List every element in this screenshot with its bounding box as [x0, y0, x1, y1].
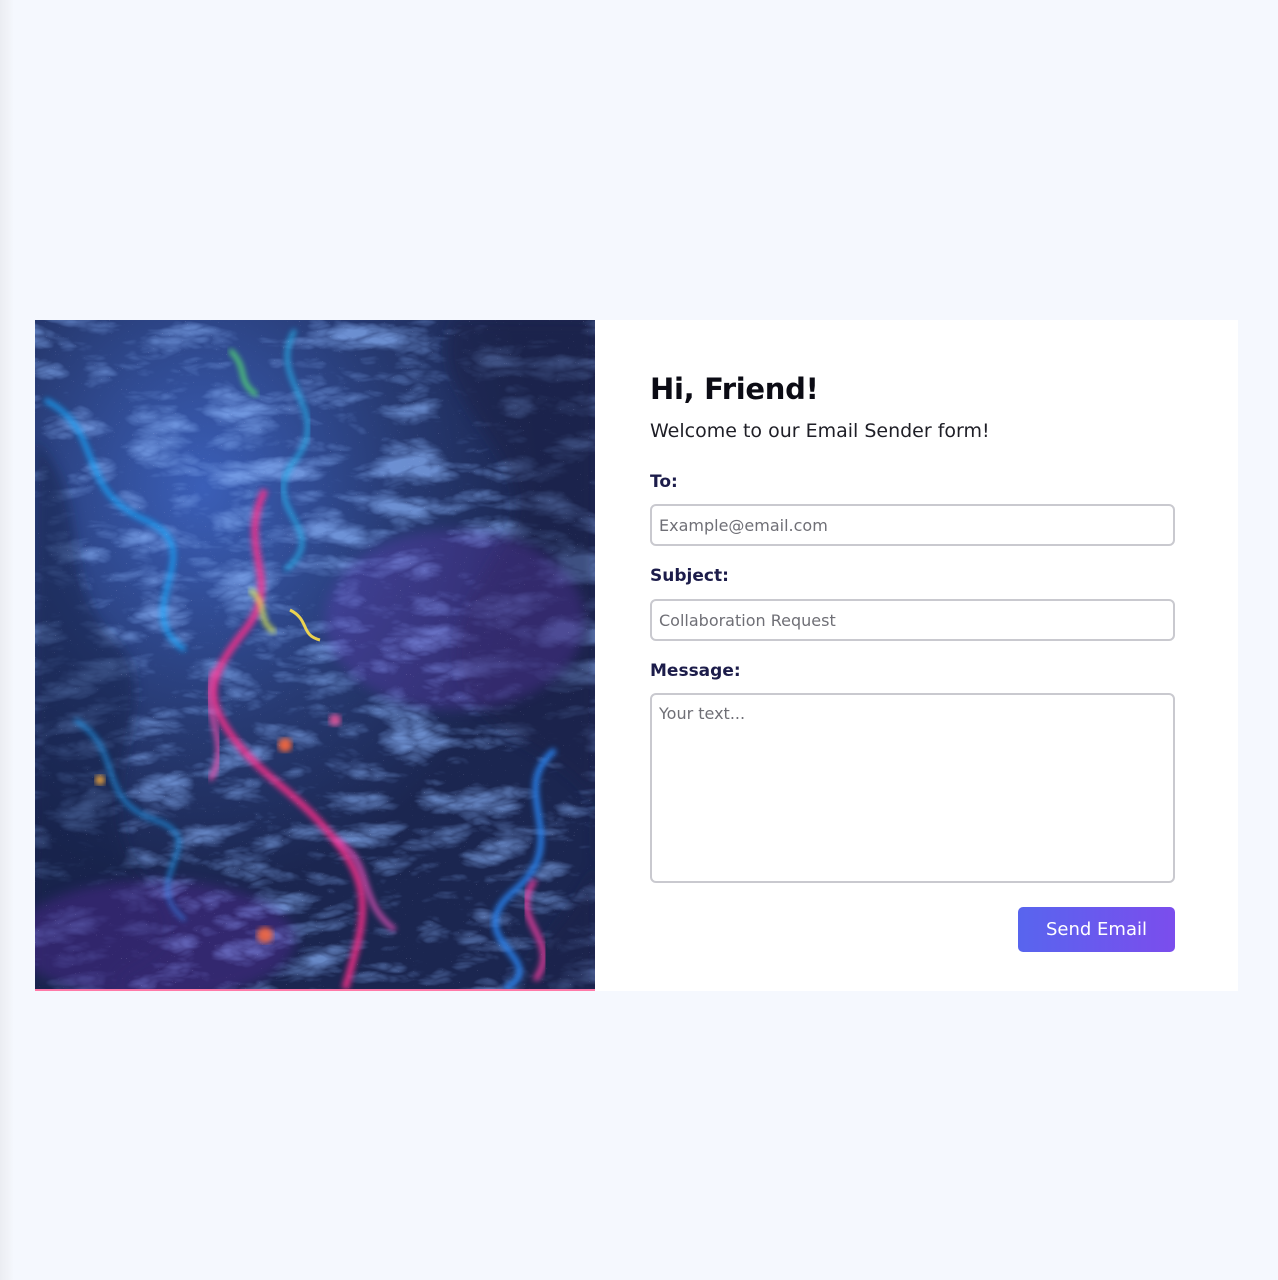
subject-label: Subject: — [650, 566, 729, 586]
page-left-edge — [0, 0, 14, 1280]
message-label: Message: — [650, 661, 741, 681]
to-email-input[interactable] — [650, 504, 1175, 546]
welcome-subtitle: Welcome to our Email Sender form! — [650, 420, 990, 442]
greeting-heading: Hi, Friend! — [650, 372, 819, 406]
send-email-button[interactable]: Send Email — [1018, 907, 1175, 952]
fluid-art-svg — [35, 320, 595, 989]
message-textarea[interactable] — [650, 693, 1175, 883]
fluid-art-image — [35, 320, 595, 991]
email-form-card: Hi, Friend! Welcome to our Email Sender … — [35, 320, 1238, 991]
email-form: Hi, Friend! Welcome to our Email Sender … — [595, 320, 1238, 991]
to-label: To: — [650, 472, 678, 492]
subject-input[interactable] — [650, 599, 1175, 641]
